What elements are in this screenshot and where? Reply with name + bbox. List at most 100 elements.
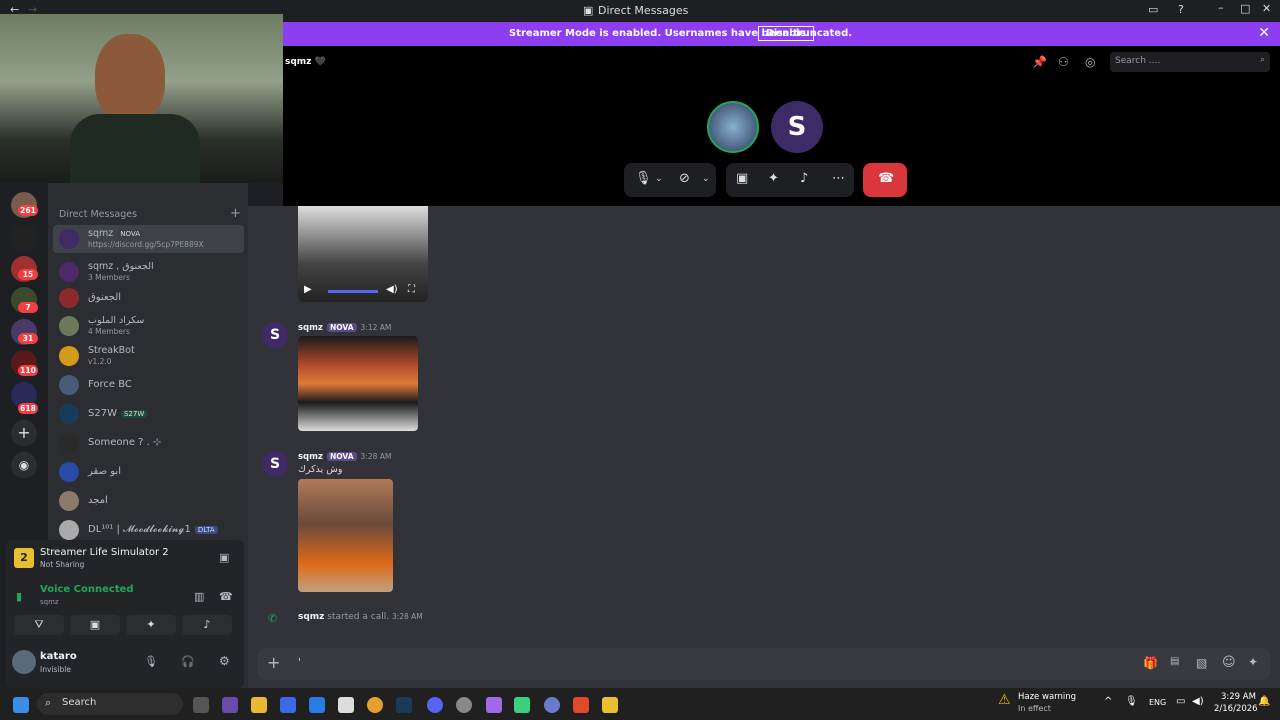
file-explorer-icon[interactable]: [251, 697, 267, 713]
avatar: [59, 316, 79, 336]
dm-item[interactable]: الجعنوق: [53, 284, 244, 312]
apps-icon[interactable]: ✦: [1248, 655, 1258, 669]
clock-date[interactable]: 2/16/2026: [1214, 704, 1258, 714]
dm-item[interactable]: Force BC: [53, 371, 244, 399]
help-icon[interactable]: ?: [1178, 3, 1184, 16]
share-screen-button[interactable]: ▣: [70, 615, 120, 635]
participant-avatar[interactable]: [707, 101, 759, 153]
inbox-icon[interactable]: ▭: [1148, 3, 1158, 16]
message-author[interactable]: sqmz: [298, 323, 323, 333]
close-window-button[interactable]: ✕: [1262, 2, 1271, 15]
store-icon[interactable]: [280, 697, 296, 713]
progress-bar[interactable]: [328, 290, 378, 293]
toggle-camera-button[interactable]: ⛛: [14, 615, 64, 635]
brave-icon[interactable]: [573, 697, 589, 713]
message-avatar[interactable]: S: [262, 451, 288, 477]
soundboard-button[interactable]: ♪: [182, 615, 232, 635]
more-icon[interactable]: ⋯: [832, 171, 845, 186]
settings-app-icon[interactable]: [338, 697, 354, 713]
dm-status: 3 Members: [88, 273, 130, 282]
weather-title[interactable]: Haze warning: [1018, 692, 1076, 702]
video-attachment[interactable]: ▶ ◀) ⛶: [298, 206, 428, 302]
language-indicator[interactable]: ENG: [1149, 698, 1166, 707]
message-author[interactable]: sqmz: [298, 452, 323, 462]
search-input[interactable]: Search .... ⌕: [1110, 52, 1270, 72]
disable-button[interactable]: Disable: [758, 26, 814, 41]
noise-suppression-icon[interactable]: ▥: [194, 590, 204, 603]
discord-icon[interactable]: [427, 697, 443, 713]
add-server-icon[interactable]: +: [11, 420, 37, 446]
gif-attachment[interactable]: [298, 479, 393, 592]
minimize-button[interactable]: –: [1218, 1, 1224, 14]
camera-off-icon[interactable]: ⊘: [679, 171, 690, 186]
game-icon: 2: [14, 548, 34, 568]
share-screen-icon[interactable]: ▣: [219, 551, 229, 564]
chevron-up-icon[interactable]: ^: [1104, 696, 1112, 707]
app-icon[interactable]: [456, 697, 472, 713]
disconnect-icon[interactable]: ☎: [219, 590, 233, 603]
activities-icon[interactable]: ✦: [768, 171, 779, 186]
add-friend-icon[interactable]: ⚇: [1058, 55, 1069, 69]
settings-icon[interactable]: ⚙: [219, 654, 230, 668]
dm-item[interactable]: ابو صقر: [53, 458, 244, 486]
server-icon[interactable]: [11, 225, 37, 251]
dm-item[interactable]: امجد: [53, 487, 244, 515]
share-screen-icon[interactable]: ▣: [736, 171, 748, 186]
message-avatar[interactable]: S: [262, 322, 288, 348]
microphone-icon[interactable]: 🎙: [635, 171, 652, 186]
dm-item[interactable]: StreakBot v1.2.0: [53, 342, 244, 370]
chrome-icon[interactable]: [367, 697, 383, 713]
copilot-icon[interactable]: [222, 697, 238, 713]
app-icon[interactable]: [514, 697, 530, 713]
image-attachment[interactable]: [298, 336, 418, 431]
leave-call-button[interactable]: ☎: [863, 163, 907, 197]
dm-item[interactable]: Someone ? . ⊹: [53, 429, 244, 457]
game-icon[interactable]: [602, 697, 618, 713]
new-dm-icon[interactable]: +: [230, 206, 241, 221]
taskbar-search[interactable]: ⌕ Search: [37, 693, 183, 715]
badge: 261: [18, 205, 38, 216]
dm-item[interactable]: sqmz , الجعنوق 3 Members: [53, 258, 244, 286]
pin-icon[interactable]: 📌: [1032, 55, 1047, 69]
chevron-down-icon[interactable]: ⌄: [655, 174, 663, 184]
dm-item[interactable]: S27W S27W: [53, 400, 244, 428]
clock-time[interactable]: 3:29 AM: [1221, 692, 1256, 702]
dm-name: Someone ? . ⊹: [88, 437, 162, 448]
audio-video-controls: 🎙 ⌄ ⊘ ⌄: [624, 163, 716, 197]
windows-start-icon[interactable]: [13, 697, 29, 713]
activities-button[interactable]: ✦: [126, 615, 176, 635]
mail-icon[interactable]: [309, 697, 325, 713]
dm-item[interactable]: sqmz NOVA https://discord.gg/5cp7PE889X: [53, 225, 244, 253]
soundboard-icon[interactable]: ♪: [800, 171, 808, 186]
gift-icon[interactable]: 🎁: [1143, 656, 1158, 670]
volume-icon[interactable]: ◀): [386, 284, 398, 295]
user-profile-icon[interactable]: ◎: [1085, 55, 1095, 69]
network-icon[interactable]: ▭: [1176, 696, 1185, 707]
chevron-down-icon[interactable]: ⌄: [702, 174, 710, 184]
user-avatar[interactable]: [12, 650, 36, 674]
microphone-icon[interactable]: 🎙: [1125, 696, 1138, 707]
play-icon[interactable]: ▶: [304, 284, 312, 295]
steam-icon[interactable]: [396, 697, 412, 713]
app-icon[interactable]: [544, 697, 560, 713]
add-attachment-icon[interactable]: +: [267, 653, 280, 672]
message-time: 3:28 AM: [360, 452, 392, 461]
dm-item[interactable]: سكراد الملوب 4 Members: [53, 312, 244, 340]
gif-icon[interactable]: ▤: [1170, 656, 1179, 667]
close-banner-icon[interactable]: ✕: [1258, 25, 1270, 41]
maximize-button[interactable]: □: [1240, 2, 1250, 15]
headphones-icon[interactable]: 🎧: [181, 655, 195, 668]
emoji-icon[interactable]: ☺: [1222, 655, 1236, 670]
system-author[interactable]: sqmz: [298, 612, 324, 622]
task-view-icon[interactable]: [193, 697, 209, 713]
message-composer[interactable]: + ' 🎁 ▤ ▧ ☺ ✦: [258, 648, 1270, 680]
volume-icon[interactable]: ◀): [1192, 696, 1204, 707]
controller-icon[interactable]: [486, 697, 502, 713]
explore-icon[interactable]: ◉: [11, 452, 37, 478]
fullscreen-icon[interactable]: ⛶: [408, 284, 415, 295]
sticker-icon[interactable]: ▧: [1196, 656, 1207, 670]
voice-status: Voice Connected: [40, 584, 134, 595]
microphone-icon[interactable]: 🎙: [144, 655, 158, 668]
notifications-icon[interactable]: 🔔: [1258, 696, 1270, 707]
participant-avatar[interactable]: S: [771, 101, 823, 153]
